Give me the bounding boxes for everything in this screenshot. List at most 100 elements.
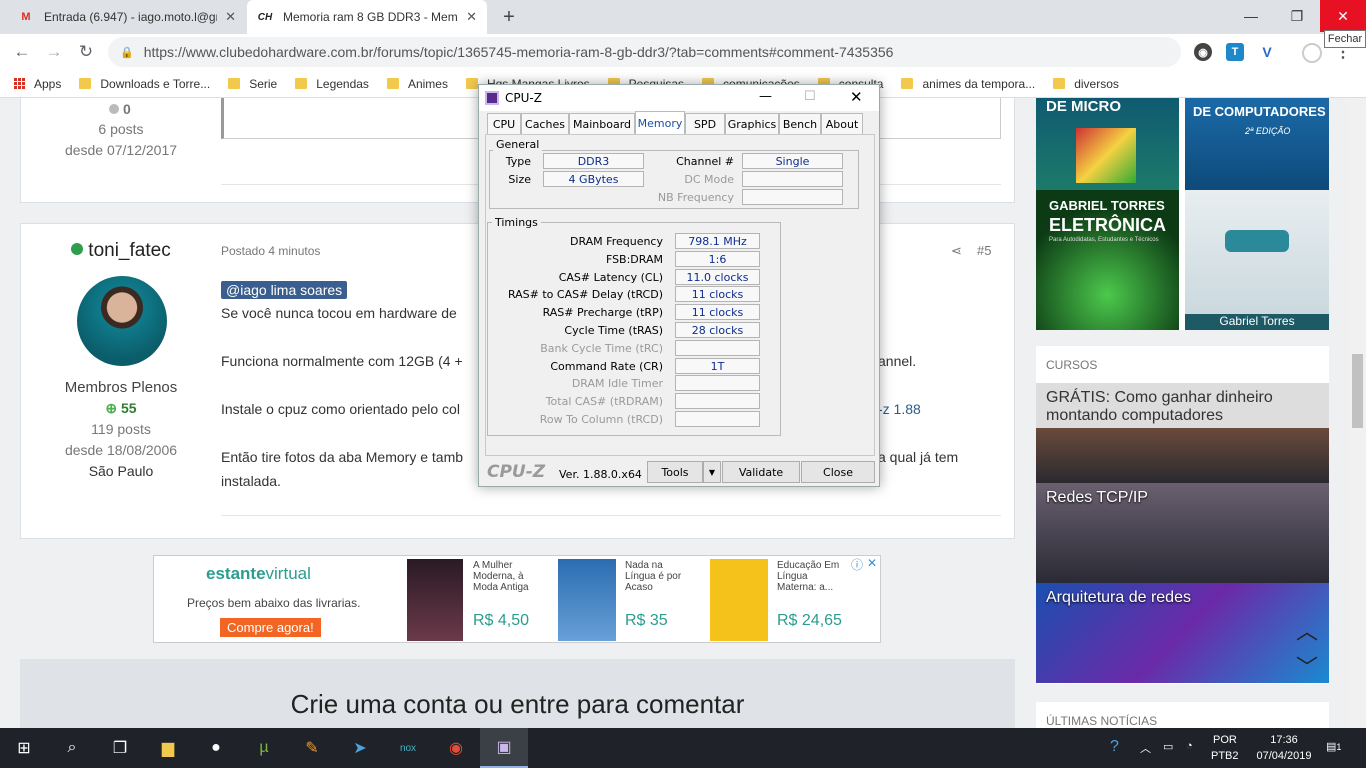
translate-extension-icon[interactable]: T [1226, 43, 1244, 61]
close-tab-icon[interactable]: ✕ [466, 9, 477, 25]
bookmark-folder[interactable]: Downloads e Torre... [79, 77, 210, 91]
keyboard-layout[interactable]: PTB2 [1211, 750, 1239, 762]
post-number-link[interactable]: #5 [977, 243, 991, 258]
tools-dropdown-arrow-icon[interactable]: ▼ [703, 461, 721, 483]
tab-clubedohardware[interactable]: CH Memoria ram 8 GB DDR3 - Mem ✕ [247, 0, 487, 34]
search-icon[interactable]: ⌕ [48, 728, 96, 768]
tab-cpu[interactable]: CPU [487, 113, 521, 134]
restore-button[interactable]: ❐ [1274, 0, 1320, 32]
course-title: Arquitetura de redes [1046, 589, 1191, 606]
file-explorer-icon[interactable]: ▆ [144, 728, 192, 768]
mention-tag[interactable]: @iago lima soares [221, 281, 348, 299]
bookmark-folder[interactable]: Legendas [295, 77, 369, 91]
validate-button[interactable]: Validate [722, 461, 800, 483]
bookmark-folder[interactable]: animes da tempora... [901, 77, 1035, 91]
timings-group-label: Timings [492, 216, 541, 229]
utorrent-icon[interactable]: µ [240, 728, 288, 768]
reload-button[interactable]: ↻ [74, 40, 98, 64]
plus-circle-icon: ⊕ [105, 400, 122, 416]
back-button[interactable]: ← [10, 40, 34, 64]
folder-icon [79, 78, 92, 89]
profile-avatar[interactable] [1302, 43, 1322, 63]
windows-taskbar: ⊞ ⌕ ❐ ▆ ● µ ✎ ➤ nox ◉ ▣ ? ︿ ▭ ◔ POR PTB2… [0, 728, 1366, 768]
close-tab-icon[interactable]: ✕ [225, 9, 236, 25]
clock-date[interactable]: 07/04/2019 [1246, 750, 1322, 762]
course-item[interactable]: Arquitetura de redes [1036, 583, 1329, 683]
ad-close-icon[interactable]: ✕ [867, 556, 877, 570]
minimize-button[interactable]: — [1228, 0, 1274, 32]
tray-chevron-icon[interactable]: ︿ [1140, 740, 1151, 756]
tab-spd[interactable]: SPD [685, 113, 725, 134]
paint-palette-icon[interactable]: ✎ [288, 728, 336, 768]
course-item[interactable]: GRÁTIS: Como ganhar dinheiro montando co… [1036, 383, 1329, 483]
bookmark-apps[interactable]: Apps [14, 77, 61, 91]
post-text-line: Instale o cpuz como orientado pelo col [221, 401, 460, 417]
bookmark-folder[interactable]: diversos [1053, 77, 1119, 91]
book-cover-micro[interactable]: DE MICRO [1036, 98, 1179, 190]
ad-cta-button[interactable]: Compre agora! [220, 618, 321, 637]
clock-time[interactable]: 17:36 [1262, 734, 1306, 746]
share-icon[interactable]: ⋖ [951, 243, 962, 259]
cpuz-minimize-button[interactable]: — [759, 89, 772, 104]
tab-bench[interactable]: Bench [779, 113, 821, 134]
book-cover[interactable] [407, 559, 463, 641]
notification-center-icon[interactable]: ▤1 [1326, 740, 1341, 753]
type-value: DDR3 [543, 153, 644, 169]
book-cover-gabriel[interactable]: Gabriel Torres [1185, 190, 1329, 330]
cpuz-maximize-button[interactable]: ☐ [804, 89, 816, 104]
bookmark-label: Downloads e Torre... [100, 76, 211, 91]
language-indicator[interactable]: POR [1213, 734, 1237, 746]
battery-icon[interactable]: ▭ [1163, 740, 1173, 753]
close-window-button[interactable]: ✕ [1320, 0, 1366, 32]
book-cover-redes[interactable]: DE COMPUTADORES 2ª EDIÇÃO [1185, 98, 1329, 190]
book-cover[interactable] [710, 559, 768, 641]
tab-memory[interactable]: Memory [635, 111, 685, 135]
browser-tabstrip: M Entrada (6.947) - iago.moto.l@gm ✕ CH … [0, 0, 1366, 34]
tab-graphics[interactable]: Graphics [725, 113, 779, 134]
forward-button[interactable]: → [42, 40, 66, 64]
new-tab-button[interactable]: + [498, 6, 520, 28]
dc-mode-label: DC Mode [684, 173, 734, 186]
avatar[interactable] [77, 276, 167, 366]
type-label: Type [505, 155, 531, 168]
address-bar[interactable]: 🔒 https://www.clubedohardware.com.br/for… [108, 37, 1181, 67]
tab-gmail[interactable]: M Entrada (6.947) - iago.moto.l@gm ✕ [8, 0, 246, 34]
author-name[interactable]: toni_fatec [21, 240, 221, 262]
share-app-icon[interactable]: ➤ [336, 728, 384, 768]
ad-info-icon[interactable]: ⓘ [851, 556, 863, 573]
bookmark-folder[interactable]: Animes [386, 77, 448, 91]
course-item[interactable]: Redes TCP/IP [1036, 483, 1329, 583]
book-cover-eletronica[interactable]: GABRIEL TORRES ELETRÔNICA Para Autodidat… [1036, 190, 1179, 330]
help-icon[interactable]: ? [1110, 738, 1119, 756]
ad-banner[interactable]: estantevirtual Preços bem abaixo das liv… [153, 555, 881, 643]
windows-start-icon[interactable]: ⊞ [0, 728, 48, 768]
chevron-up-icon[interactable]: ︿ [1296, 614, 1318, 646]
cpuz-close-button[interactable]: ✕ [850, 88, 863, 106]
extension-icon[interactable]: ◉ [1194, 43, 1212, 61]
book-cover[interactable] [558, 559, 616, 641]
cpuz-link[interactable]: -z 1.88 [878, 401, 921, 417]
cpuz-window[interactable]: CPU-Z — ☐ ✕ CPU Caches Mainboard Memory … [478, 84, 880, 487]
speech-bubble-icon[interactable]: ● [192, 728, 240, 768]
nox-icon[interactable]: nox [384, 728, 432, 768]
tools-button[interactable]: Tools [647, 461, 703, 483]
task-view-icon[interactable]: ❐ [96, 728, 144, 768]
chrome-icon[interactable]: ◉ [432, 728, 480, 768]
network-icon[interactable]: ◔ [1186, 740, 1193, 752]
bookmark-folder[interactable]: Serie [228, 77, 277, 91]
timing-label: CAS# Latency (CL) [558, 271, 663, 284]
tab-caches[interactable]: Caches [521, 113, 569, 134]
cpuz-taskbar-icon[interactable]: ▣ [480, 728, 528, 768]
close-button[interactable]: Close [801, 461, 875, 483]
v-extension-icon[interactable]: V [1258, 43, 1276, 61]
post-text-line: Funciona normalmente com 12GB (4 + [221, 353, 463, 369]
page-scrollbar[interactable] [1349, 98, 1366, 728]
book-title: A Mulher Moderna, à Moda Antiga [473, 560, 529, 593]
timing-value [675, 411, 760, 427]
chevron-down-icon[interactable]: ﹀ [1296, 650, 1318, 682]
tab-about[interactable]: About [821, 113, 863, 134]
book-price: R$ 4,50 [473, 612, 530, 629]
cpuz-titlebar[interactable]: CPU-Z — ☐ ✕ [479, 85, 879, 111]
scrollbar-thumb[interactable] [1352, 354, 1363, 428]
tab-mainboard[interactable]: Mainboard [569, 113, 635, 134]
